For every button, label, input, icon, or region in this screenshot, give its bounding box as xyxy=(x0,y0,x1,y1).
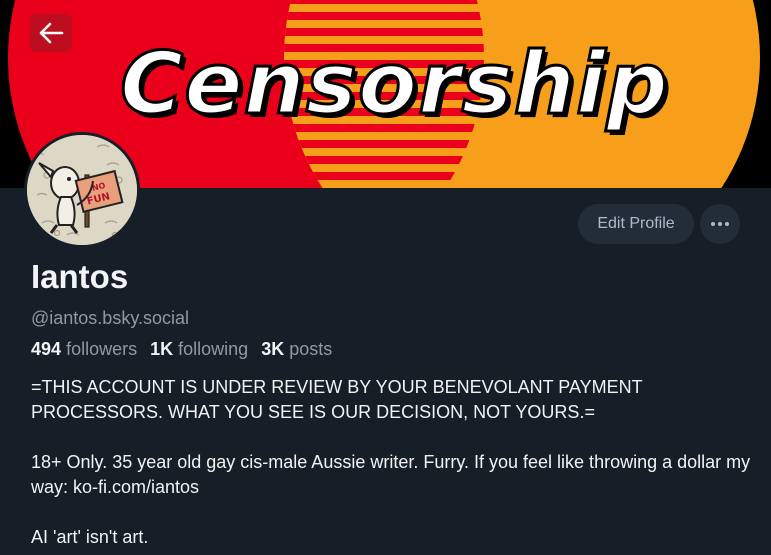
bio-paragraph: =THIS ACCOUNT IS UNDER REVIEW BY YOUR BE… xyxy=(31,377,643,422)
bio-paragraph: AI 'art' isn't art. xyxy=(31,527,149,547)
profile-handle: @iantos.bsky.social xyxy=(31,308,190,328)
posts-label: posts xyxy=(289,339,333,359)
back-button[interactable] xyxy=(30,14,72,52)
following-label: following xyxy=(178,339,249,359)
profile-bio: =THIS ACCOUNT IS UNDER REVIEW BY YOUR BE… xyxy=(31,375,751,555)
following-count: 1K xyxy=(150,339,174,359)
profile-page: Censorship NO FUN Edit Profile Iantos @i… xyxy=(0,0,771,555)
following-link[interactable]: 1K following xyxy=(150,339,248,359)
ellipsis-icon xyxy=(711,222,729,226)
more-options-button[interactable] xyxy=(700,204,740,244)
edit-profile-button[interactable]: Edit Profile xyxy=(578,204,694,244)
bio-paragraph: 18+ Only. 35 year old gay cis-male Aussi… xyxy=(31,452,751,497)
avatar-image: NO FUN xyxy=(27,135,137,245)
posts-stat: 3K posts xyxy=(261,339,332,359)
posts-count: 3K xyxy=(261,339,285,359)
followers-label: followers xyxy=(66,339,138,359)
banner-title: Censorship xyxy=(119,33,670,136)
avatar[interactable]: NO FUN xyxy=(24,132,140,248)
arrow-left-icon xyxy=(39,22,64,44)
followers-link[interactable]: 494 followers xyxy=(31,339,137,359)
followers-count: 494 xyxy=(31,339,62,359)
profile-stats: 494 followers 1K following 3K posts xyxy=(31,339,332,360)
display-name: Iantos xyxy=(31,258,129,295)
